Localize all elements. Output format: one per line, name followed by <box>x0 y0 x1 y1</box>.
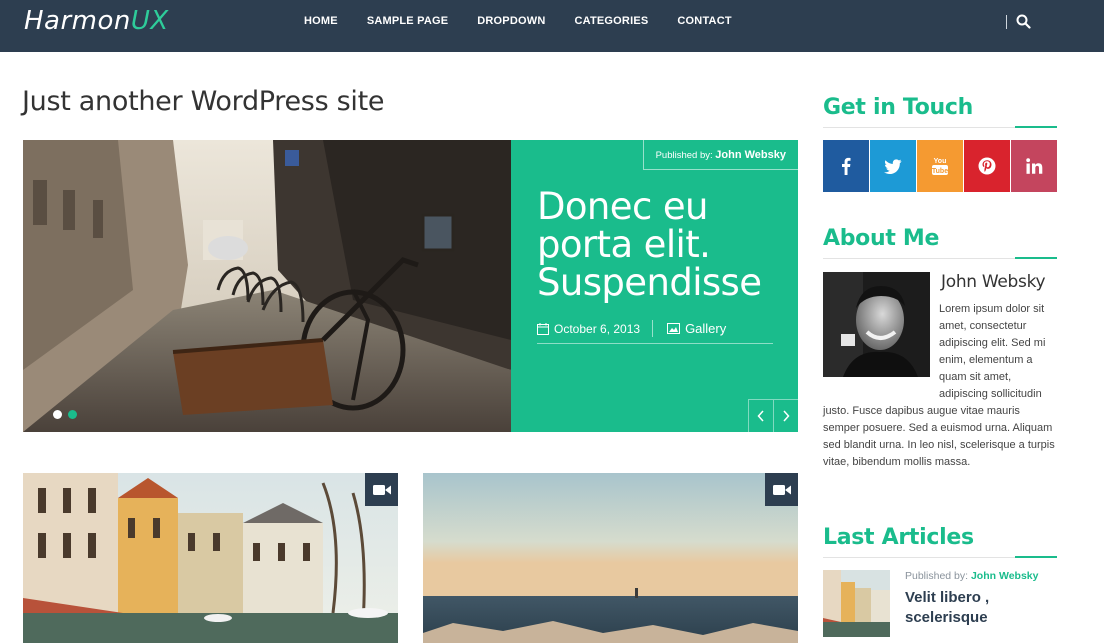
slide-image-street-bicycle[interactable] <box>23 140 511 432</box>
nav-sample-page[interactable]: SAMPLE PAGE <box>367 15 448 27</box>
last-article-byline: Published by: John Websky <box>905 570 1038 582</box>
slider-next-button[interactable] <box>773 399 798 432</box>
nav-divider <box>1006 15 1007 29</box>
last-article-published-label: Published by: <box>905 570 969 582</box>
top-navbar: HarmonUX HOME SAMPLE PAGE DROPDOWN CATEG… <box>0 0 1104 52</box>
slide-meta: October 6, 2013 Gallery <box>537 320 773 344</box>
video-format-badge[interactable] <box>765 473 798 506</box>
slide-date: October 6, 2013 <box>537 320 654 337</box>
last-article-title[interactable]: Velit libero , scelerisque <box>905 588 1055 628</box>
author-name: John Websky <box>941 272 1046 292</box>
search-icon[interactable] <box>1016 14 1032 30</box>
get-in-touch-title: Get in Touch <box>823 95 973 120</box>
widget-divider <box>823 126 1057 128</box>
facebook-icon <box>842 157 851 175</box>
logo-accent-text: UX <box>130 6 169 36</box>
pinterest-icon <box>978 157 996 175</box>
slide-category[interactable]: Gallery <box>653 320 726 337</box>
slide-caption-panel: Published by: John Websky Donec eu porta… <box>511 140 798 432</box>
twitter-link[interactable] <box>870 140 916 192</box>
nav-contact[interactable]: CONTACT <box>677 15 731 27</box>
last-articles-title: Last Articles <box>823 525 974 550</box>
widget-divider <box>823 257 1057 259</box>
slide-category-text: Gallery <box>685 321 727 336</box>
last-article-thumbnail[interactable] <box>823 570 890 637</box>
linkedin-icon <box>1025 158 1042 174</box>
video-camera-icon <box>372 484 391 495</box>
image-icon <box>667 323 681 334</box>
youtube-link[interactable]: You Tube <box>917 140 963 192</box>
post-card-canal[interactable] <box>23 473 398 643</box>
post-image-sea <box>423 473 798 643</box>
post-image-canal <box>23 473 398 643</box>
calendar-icon <box>537 322 549 335</box>
pinterest-link[interactable] <box>964 140 1010 192</box>
featured-slider: Published by: John Websky Donec eu porta… <box>23 140 798 432</box>
nav-categories[interactable]: CATEGORIES <box>574 15 648 27</box>
main-nav: HOME SAMPLE PAGE DROPDOWN CATEGORIES CON… <box>290 15 761 27</box>
social-links: You Tube <box>823 140 1058 192</box>
widget-divider <box>823 556 1057 558</box>
svg-text:Tube: Tube <box>932 168 948 175</box>
published-author[interactable]: John Websky <box>715 149 786 161</box>
chevron-right-icon <box>783 410 790 422</box>
twitter-icon <box>884 158 902 174</box>
svg-text:You: You <box>934 158 947 165</box>
last-article-author[interactable]: John Websky <box>971 570 1039 582</box>
nav-dropdown[interactable]: DROPDOWN <box>477 15 545 27</box>
nav-home[interactable]: HOME <box>304 15 338 27</box>
facebook-link[interactable] <box>823 140 869 192</box>
video-format-badge[interactable] <box>365 473 398 506</box>
published-by-tag: Published by: John Websky <box>642 140 798 170</box>
site-description: Just another WordPress site <box>22 86 385 117</box>
slider-dot-2[interactable] <box>68 410 77 419</box>
about-me-title: About Me <box>823 226 940 251</box>
author-bio: Lorem ipsum dolor sit amet, consectetur … <box>823 301 1057 471</box>
linkedin-link[interactable] <box>1011 140 1057 192</box>
slider-arrows <box>748 399 798 432</box>
slider-dots <box>53 410 83 419</box>
published-by-label: Published by: <box>655 150 713 161</box>
slider-prev-button[interactable] <box>748 399 773 432</box>
slide-date-text: October 6, 2013 <box>554 321 641 336</box>
bio-float-spacer <box>823 301 939 395</box>
video-camera-icon <box>772 484 791 495</box>
slider-dot-1[interactable] <box>53 410 62 419</box>
slide-title[interactable]: Donec eu porta elit. Suspendisse <box>537 188 787 302</box>
site-logo[interactable]: HarmonUX <box>24 6 169 36</box>
youtube-icon: You Tube <box>932 158 948 175</box>
chevron-left-icon <box>757 410 764 422</box>
logo-main-text: Harmon <box>24 6 131 36</box>
post-card-sea[interactable] <box>423 473 798 643</box>
